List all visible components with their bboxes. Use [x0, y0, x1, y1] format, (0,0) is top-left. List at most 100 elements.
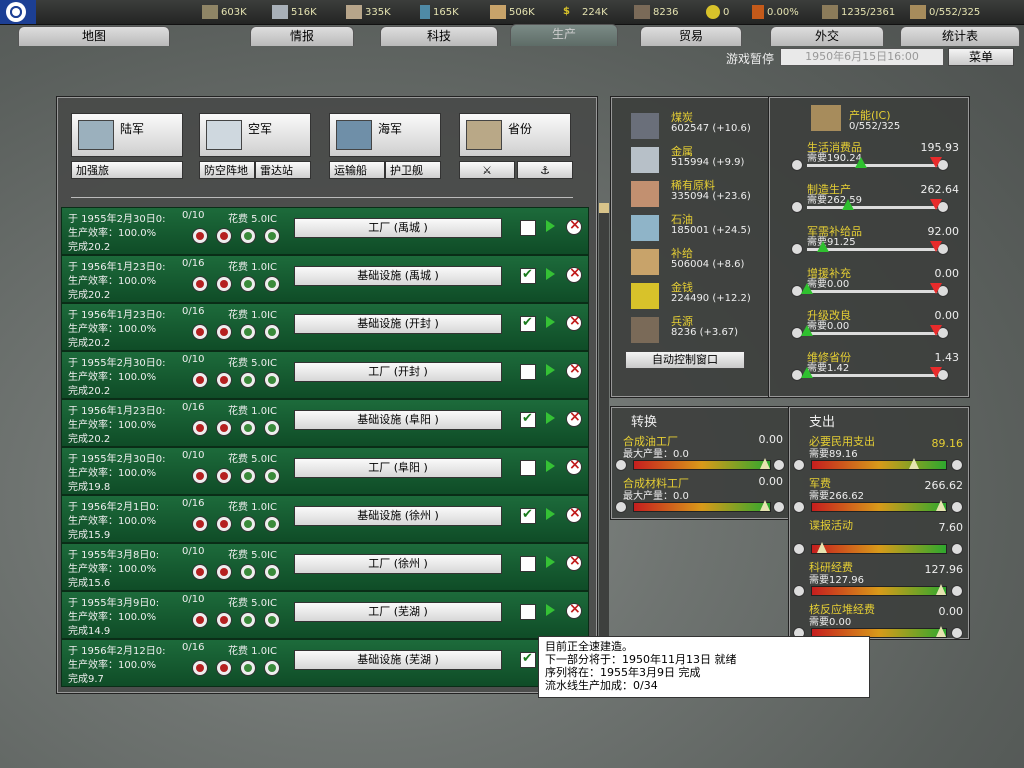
plus-icon[interactable] [951, 543, 963, 555]
play-icon[interactable] [546, 220, 555, 232]
row-name-button[interactable]: 基础设施 (徐州 ) [294, 506, 502, 526]
move-up-icon[interactable] [240, 372, 256, 388]
row-name-button[interactable]: 工厂 (开封 ) [294, 362, 502, 382]
repeat-checkbox[interactable] [520, 364, 536, 380]
min-marker-icon[interactable] [855, 157, 867, 168]
ic-slider[interactable]: 生活消费品 需要190.24 195.93 [791, 139, 965, 179]
spending-bar[interactable] [811, 542, 947, 554]
minus-icon[interactable] [793, 543, 805, 555]
move-down-icon[interactable] [216, 564, 232, 580]
move-down-icon[interactable] [216, 420, 232, 436]
tab-production[interactable]: 生产 [510, 24, 618, 46]
plus-icon[interactable] [951, 501, 963, 513]
slider-marker-icon[interactable] [760, 458, 770, 469]
row-name-button[interactable]: 工厂 (徐州 ) [294, 554, 502, 574]
delete-icon[interactable] [566, 457, 582, 475]
minus-icon[interactable] [791, 201, 803, 213]
move-down-icon[interactable] [216, 324, 232, 340]
move-bottom-icon[interactable] [192, 276, 208, 292]
move-up-icon[interactable] [240, 420, 256, 436]
move-bottom-icon[interactable] [192, 612, 208, 628]
plus-icon[interactable] [951, 585, 963, 597]
move-bottom-icon[interactable] [192, 660, 208, 676]
move-up-icon[interactable] [240, 612, 256, 628]
repeat-checkbox[interactable] [520, 507, 536, 524]
ic-slider[interactable]: 升级改良 需要0.00 0.00 [791, 307, 965, 347]
move-top-icon[interactable] [264, 612, 280, 628]
delete-icon[interactable] [566, 409, 582, 427]
plus-icon[interactable] [773, 501, 785, 513]
move-up-icon[interactable] [240, 276, 256, 292]
move-top-icon[interactable] [264, 372, 280, 388]
tab-statistics[interactable]: 统计表 [900, 26, 1020, 46]
aa-position-button[interactable]: 防空阵地 [199, 161, 255, 179]
row-name-button[interactable]: 工厂 (阜阳 ) [294, 458, 502, 478]
play-icon[interactable] [546, 460, 555, 472]
ic-slider[interactable]: 增援补充 需要0.00 0.00 [791, 265, 965, 305]
province-button[interactable]: 省份 [459, 113, 571, 157]
move-bottom-icon[interactable] [192, 228, 208, 244]
delete-icon[interactable] [566, 601, 582, 619]
play-icon[interactable] [546, 316, 555, 328]
slider-track[interactable] [807, 164, 943, 167]
move-bottom-icon[interactable] [192, 564, 208, 580]
max-marker-icon[interactable] [930, 157, 942, 168]
play-icon[interactable] [546, 364, 555, 376]
move-top-icon[interactable] [264, 660, 280, 676]
spending-bar[interactable] [811, 458, 947, 470]
move-up-icon[interactable] [240, 660, 256, 676]
move-top-icon[interactable] [264, 564, 280, 580]
min-marker-icon[interactable] [801, 325, 813, 336]
move-top-icon[interactable] [264, 228, 280, 244]
delete-icon[interactable] [566, 217, 582, 235]
min-marker-icon[interactable] [801, 283, 813, 294]
repeat-checkbox[interactable] [520, 556, 536, 572]
minus-icon[interactable] [793, 459, 805, 471]
move-up-icon[interactable] [240, 564, 256, 580]
repeat-checkbox[interactable] [520, 411, 536, 428]
repeat-checkbox[interactable] [520, 267, 536, 284]
tab-intelligence[interactable]: 情报 [250, 26, 354, 46]
row-name-button[interactable]: 基础设施 (阜阳 ) [294, 410, 502, 430]
tab-map[interactable]: 地图 [18, 26, 170, 46]
plus-icon[interactable] [951, 459, 963, 471]
menu-button[interactable]: 菜单 [948, 48, 1014, 66]
minus-icon[interactable] [791, 159, 803, 171]
delete-icon[interactable] [566, 361, 582, 379]
slider-marker-icon[interactable] [936, 626, 946, 637]
move-down-icon[interactable] [216, 276, 232, 292]
move-bottom-icon[interactable] [192, 468, 208, 484]
repeat-checkbox[interactable] [520, 460, 536, 476]
play-icon[interactable] [546, 268, 555, 280]
delete-icon[interactable] [566, 313, 582, 331]
move-down-icon[interactable] [216, 468, 232, 484]
auto-control-button[interactable]: 自动控制窗口 [625, 351, 745, 369]
transport-ship-button[interactable]: 运输船 [329, 161, 385, 179]
slider-marker-icon[interactable] [817, 542, 827, 553]
row-name-button[interactable]: 基础设施 (开封 ) [294, 314, 502, 334]
play-icon[interactable] [546, 508, 555, 520]
minus-icon[interactable] [791, 243, 803, 255]
move-up-icon[interactable] [240, 468, 256, 484]
repeat-checkbox[interactable] [520, 220, 536, 236]
play-icon[interactable] [546, 604, 555, 616]
move-down-icon[interactable] [216, 372, 232, 388]
min-marker-icon[interactable] [842, 199, 854, 210]
move-down-icon[interactable] [216, 516, 232, 532]
plus-icon[interactable] [951, 627, 963, 639]
row-name-button[interactable]: 基础设施 (芜湖 ) [294, 650, 502, 670]
slider-marker-icon[interactable] [909, 458, 919, 469]
repeat-checkbox[interactable] [520, 604, 536, 620]
move-bottom-icon[interactable] [192, 324, 208, 340]
move-up-icon[interactable] [240, 228, 256, 244]
slider-marker-icon[interactable] [760, 500, 770, 511]
spending-bar[interactable] [811, 500, 947, 512]
slider-track[interactable] [807, 206, 943, 209]
move-bottom-icon[interactable] [192, 420, 208, 436]
move-down-icon[interactable] [216, 660, 232, 676]
tab-trade[interactable]: 贸易 [640, 26, 742, 46]
move-top-icon[interactable] [264, 516, 280, 532]
slider-marker-icon[interactable] [936, 584, 946, 595]
scroll-thumb[interactable] [599, 203, 609, 213]
tab-diplomacy[interactable]: 外交 [770, 26, 884, 46]
